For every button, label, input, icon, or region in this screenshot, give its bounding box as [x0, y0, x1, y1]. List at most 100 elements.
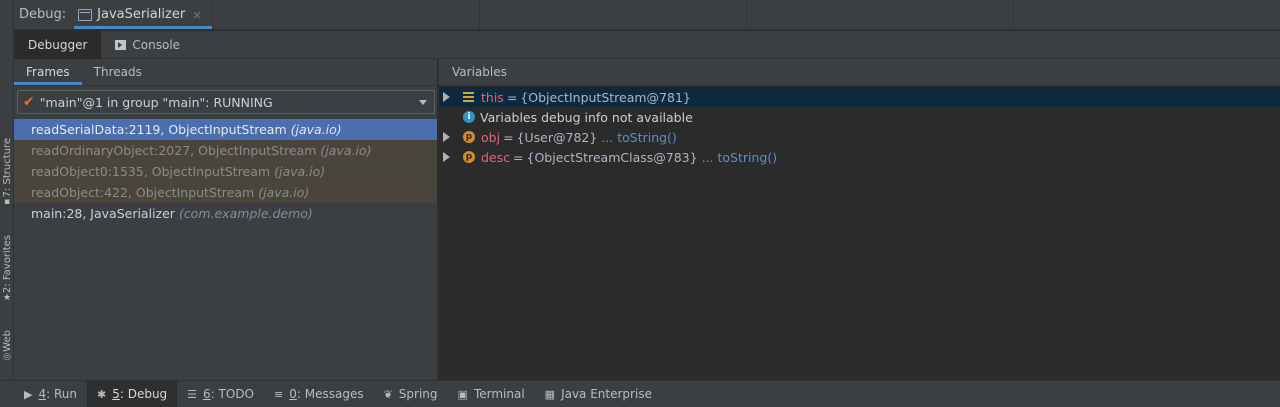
thread-selector-value: "main"@1 in group "main": RUNNING — [39, 94, 273, 110]
variable-row-this[interactable]: this = {ObjectInputStream@781} — [439, 87, 1280, 107]
variables-header: Variables — [439, 59, 1280, 86]
frame-row[interactable]: readObject0:1535, ObjectInputStream (jav… — [14, 161, 437, 182]
debug-tool-window-header: Debug: JavaSerializer × — [14, 0, 1280, 30]
globe-icon: ◎ — [3, 351, 11, 362]
tab-debugger-label: Debugger — [28, 38, 88, 52]
tool-tab-spring[interactable]: ❦ Spring — [374, 381, 448, 407]
tool-tab-messages[interactable]: ≡ 0: Messages — [264, 381, 374, 407]
thread-selector[interactable]: ✔ "main"@1 in group "main": RUNNING — [17, 90, 435, 114]
frame-list: readSerialData:2119, ObjectInputStream (… — [14, 119, 437, 224]
chevron-down-icon[interactable] — [419, 100, 427, 105]
frame-row[interactable]: readOrdinaryObject:2027, ObjectInputStre… — [14, 140, 437, 161]
variable-value: {ObjectStreamClass@783} — [526, 149, 698, 165]
variables-title: Variables — [452, 65, 507, 79]
web-tab-label: Web — [1, 330, 13, 352]
structure-tool-tab[interactable]: 7: Structure ▪ — [0, 138, 14, 207]
variable-row-desc[interactable]: p desc = {ObjectStreamClass@783} ... toS… — [439, 147, 1280, 167]
parameter-icon: p — [463, 151, 475, 163]
variable-value: {User@782} — [516, 129, 598, 145]
variable-name: obj — [481, 129, 501, 145]
frames-panel-tabs: Frames Threads — [14, 59, 437, 86]
tool-tab-messages-num: 0 — [289, 387, 297, 401]
run-config-icon — [78, 8, 93, 21]
tab-threads-label: Threads — [93, 65, 142, 79]
frame-method: readOrdinaryObject:2027, ObjectInputStre… — [31, 143, 317, 158]
favorites-tool-tab[interactable]: 2: Favorites ★ — [0, 235, 14, 303]
tostring-link[interactable]: ... toString() — [601, 130, 677, 145]
favorites-tab-label: 2: Favorites — [1, 235, 13, 294]
tostring-link[interactable]: ... toString() — [702, 150, 778, 165]
run-config-title: JavaSerializer — [97, 7, 186, 22]
tool-tab-java-enterprise[interactable]: ▦ Java Enterprise — [535, 381, 662, 407]
frame-row[interactable]: readSerialData:2119, ObjectInputStream (… — [14, 119, 437, 140]
frame-package: (java.io) — [320, 143, 372, 158]
frame-row[interactable]: readObject:422, ObjectInputStream (java.… — [14, 182, 437, 203]
frame-package: (java.io) — [274, 164, 326, 179]
tool-tab-run[interactable]: ▶ 4: Run — [14, 381, 87, 407]
tab-console-label: Console — [132, 38, 181, 52]
tab-debugger[interactable]: Debugger — [14, 31, 102, 59]
java-enterprise-icon: ▦ — [544, 387, 556, 401]
tool-tab-debug[interactable]: ✱ 5: Debug — [86, 380, 178, 407]
bug-icon: ✱ — [96, 387, 107, 401]
tool-tab-debug-label: : Debug — [119, 387, 168, 401]
header-empty-area — [212, 0, 1280, 29]
tool-tab-run-label: : Run — [46, 387, 77, 401]
structure-tab-label: 7: Structure — [1, 138, 13, 198]
frame-method: readObject0:1535, ObjectInputStream — [31, 164, 271, 179]
web-tool-tab[interactable]: Web ◎ — [0, 330, 14, 362]
expand-arrow-icon[interactable] — [443, 92, 450, 102]
tool-tab-todo-label: : TODO — [210, 387, 255, 401]
star-icon: ★ — [2, 293, 12, 304]
variable-info-row: i Variables debug info not available — [439, 107, 1280, 127]
info-icon: i — [463, 111, 475, 123]
tool-tab-terminal-label: Terminal — [473, 387, 525, 401]
variable-row-obj[interactable]: p obj = {User@782} ... toString() — [439, 127, 1280, 147]
tab-frames[interactable]: Frames — [14, 59, 82, 85]
tool-tab-todo-num: 6 — [203, 387, 211, 401]
tool-tab-spring-label: Spring — [398, 387, 438, 401]
tool-tab-java-enterprise-label: Java Enterprise — [561, 387, 652, 401]
tab-threads[interactable]: Threads — [82, 59, 154, 85]
variable-equals: = — [513, 149, 524, 165]
tab-console[interactable]: Console — [101, 31, 194, 59]
variable-equals: = — [506, 89, 518, 105]
expand-arrow-icon[interactable] — [443, 152, 450, 162]
frame-package: (java.io) — [258, 185, 310, 200]
variable-name: this — [481, 89, 504, 105]
info-text: Variables debug info not available — [480, 109, 693, 125]
field-stack-icon — [463, 92, 474, 102]
terminal-icon: ▣ — [457, 387, 468, 401]
frame-method: readObject:422, ObjectInputStream — [31, 185, 255, 200]
active-tab-indicator — [74, 25, 213, 29]
tool-tab-todo[interactable]: ☰ 6: TODO — [177, 381, 264, 407]
variable-value: {ObjectInputStream@781} — [520, 89, 691, 105]
spring-leaf-icon: ❦ — [383, 387, 393, 401]
structure-icon: ▪ — [3, 197, 11, 208]
expand-arrow-icon[interactable] — [443, 132, 450, 142]
todo-list-icon: ☰ — [187, 387, 198, 401]
variables-panel: Variables this = {ObjectInputStream@781}… — [438, 59, 1280, 380]
frame-package: (com.example.demo) — [178, 206, 313, 221]
tool-tab-run-num: 4 — [38, 387, 47, 401]
parameter-icon: p — [463, 131, 475, 143]
tab-frames-label: Frames — [26, 65, 70, 79]
close-icon[interactable]: × — [192, 8, 202, 22]
console-icon — [115, 40, 127, 50]
play-icon: ▶ — [24, 387, 33, 401]
check-icon: ✔ — [23, 94, 35, 110]
frame-package: (java.io) — [290, 122, 342, 137]
tool-tab-terminal[interactable]: ▣ Terminal — [448, 381, 535, 407]
frame-method: readSerialData:2119, ObjectInputStream — [31, 122, 287, 137]
run-config-tab[interactable]: JavaSerializer × — [74, 0, 213, 30]
frames-panel: Frames Threads ✔ "main"@1 in group "main… — [14, 59, 438, 380]
debug-label: Debug: — [19, 7, 67, 22]
bottom-tool-bar: ▶ 4: Run ✱ 5: Debug ☰ 6: TODO ≡ 0: Messa… — [0, 380, 1280, 407]
variables-tree: this = {ObjectInputStream@781} i Variabl… — [439, 87, 1280, 167]
messages-icon: ≡ — [274, 387, 284, 401]
debugger-sub-tabs: Debugger Console — [14, 31, 1280, 59]
tool-tab-messages-label: : Messages — [296, 387, 364, 401]
variable-equals: = — [503, 129, 514, 145]
frame-row[interactable]: main:28, JavaSerializer (com.example.dem… — [14, 203, 437, 224]
tool-tab-debug-num: 5 — [112, 387, 120, 401]
